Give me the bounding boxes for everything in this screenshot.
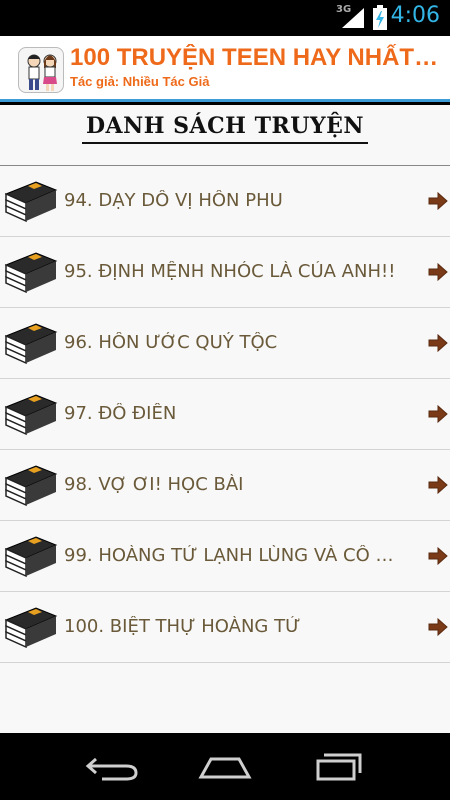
section-title-text: DANH SÁCH TRUYỆN [81, 113, 369, 144]
list-item[interactable]: 100. BIỆT THỰ HOÀNG TỬ [0, 592, 450, 663]
book-stack-icon [4, 323, 58, 365]
app-author: Tác giả: Nhiều Tác Giả [70, 74, 210, 89]
book-stack-icon [4, 465, 58, 507]
list-item[interactable]: 94. DẠY DỖ VỊ HÔN PHU [0, 166, 450, 237]
app-logo[interactable] [18, 47, 64, 93]
home-icon[interactable] [195, 751, 255, 783]
battery-charging-icon [373, 5, 387, 30]
list-item[interactable]: 97. ĐỒ ĐIÊN [0, 379, 450, 450]
story-list-screen: DANH SÁCH TRUYỆN 94. DẠY DỖ VỊ HÔN PHU 9… [0, 105, 450, 733]
book-stack-icon [4, 536, 58, 578]
recent-apps-icon[interactable] [308, 751, 368, 783]
story-list: 94. DẠY DỖ VỊ HÔN PHU 95. ĐỊNH MỆNH NHÓC… [0, 166, 450, 663]
arrow-right-icon [428, 192, 448, 210]
story-title: 99. HOÀNG TỬ LẠNH LÙNG VÀ CÔ NÀNG [64, 545, 404, 566]
list-item[interactable]: 95. ĐỊNH MỆNH NHÓC LÀ CỦA ANH!! [0, 237, 450, 308]
signal-icon [342, 8, 364, 28]
story-title: 98. VỢ ƠI! HỌC BÀI [64, 474, 244, 495]
arrow-right-icon [428, 334, 448, 352]
book-stack-icon [4, 252, 58, 294]
back-icon[interactable] [82, 751, 142, 783]
list-item[interactable]: 96. HÔN ƯỚC QUÝ TỘC [0, 308, 450, 379]
app-title: 100 TRUYỆN TEEN HAY NHẤT TRÊN MẠNG [70, 44, 440, 71]
book-stack-icon [4, 181, 58, 223]
clock: 4:06 [390, 3, 440, 28]
list-item[interactable]: 99. HOÀNG TỬ LẠNH LÙNG VÀ CÔ NÀNG [0, 521, 450, 592]
arrow-right-icon [428, 263, 448, 281]
book-stack-icon [4, 394, 58, 436]
section-title: DANH SÁCH TRUYỆN [0, 113, 450, 144]
story-title: 97. ĐỒ ĐIÊN [64, 403, 177, 424]
list-item[interactable]: 98. VỢ ƠI! HỌC BÀI [0, 450, 450, 521]
story-title: 96. HÔN ƯỚC QUÝ TỘC [64, 332, 278, 353]
app-header: 100 TRUYỆN TEEN HAY NHẤT TRÊN MẠNG Tác g… [0, 36, 450, 102]
book-stack-icon [4, 607, 58, 649]
story-title: 94. DẠY DỖ VỊ HÔN PHU [64, 190, 283, 211]
arrow-right-icon [428, 547, 448, 565]
story-title: 100. BIỆT THỰ HOÀNG TỬ [64, 616, 301, 637]
navigation-bar [0, 733, 450, 800]
arrow-right-icon [428, 405, 448, 423]
arrow-right-icon [428, 618, 448, 636]
story-title: 95. ĐỊNH MỆNH NHÓC LÀ CỦA ANH!! [64, 261, 396, 282]
status-bar: 3G 4:06 [0, 0, 450, 36]
arrow-right-icon [428, 476, 448, 494]
